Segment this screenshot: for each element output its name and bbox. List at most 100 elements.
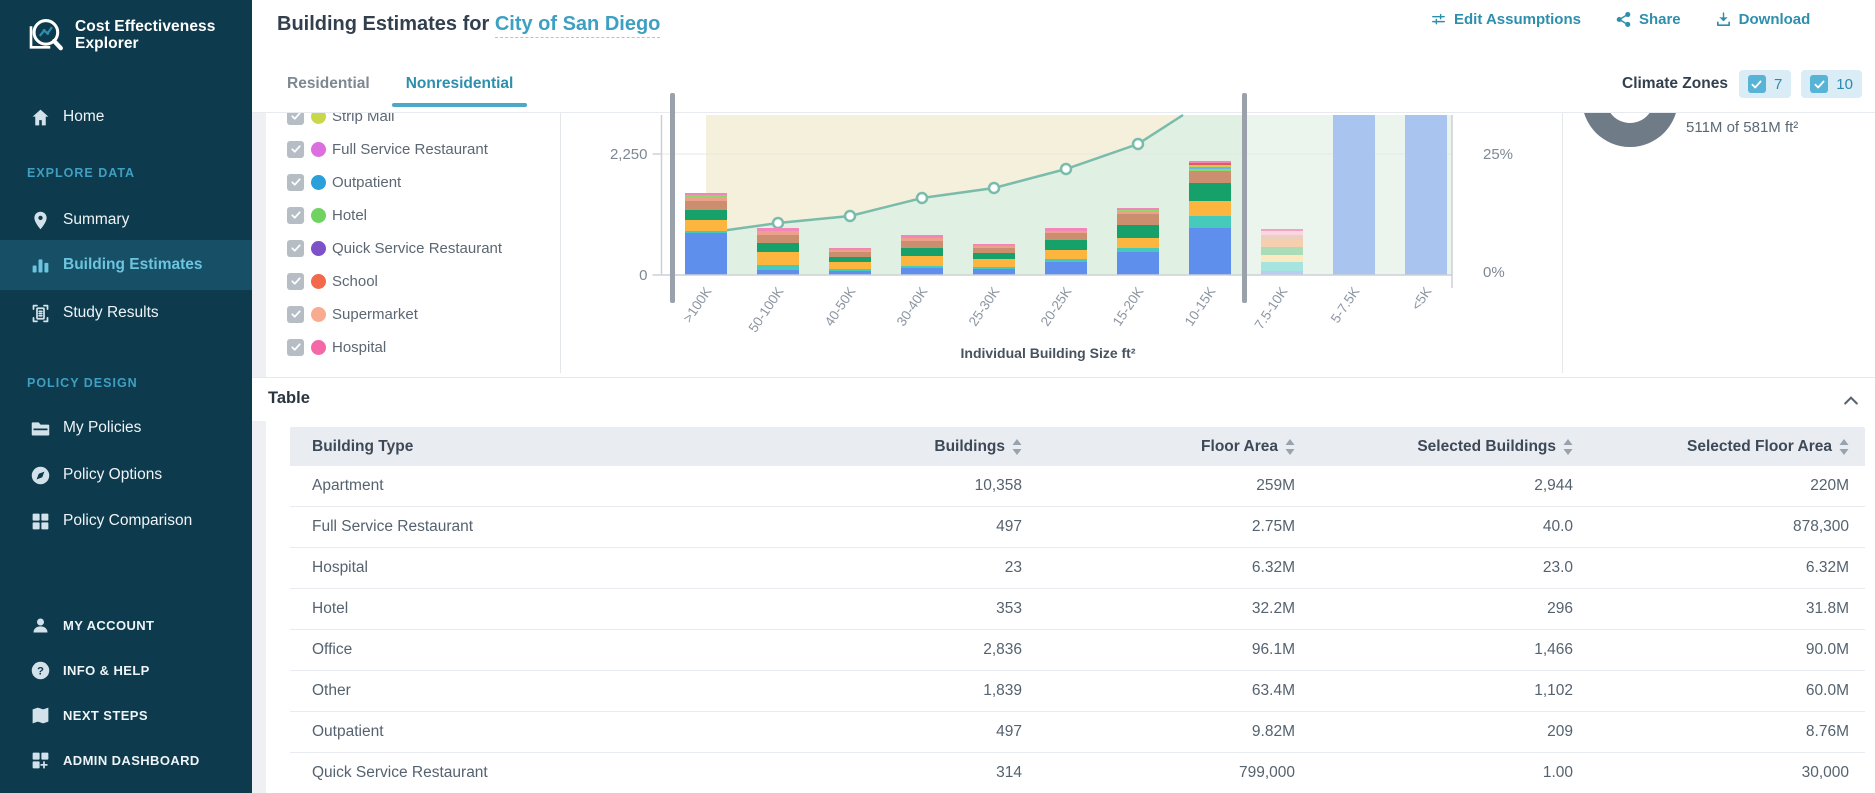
table-row-office[interactable]: Office 2,836 96.1M 1,466 90.0M bbox=[290, 630, 1865, 671]
column-header-selected-buildings[interactable]: Selected Buildings bbox=[1311, 438, 1589, 456]
checkbox-checked-icon[interactable] bbox=[287, 206, 304, 224]
x-tick-label: 15-20K bbox=[1110, 284, 1147, 328]
bar-segment bbox=[1189, 216, 1231, 228]
home-icon bbox=[28, 105, 52, 129]
legend-item-strip-mall[interactable]: Strip Mall bbox=[287, 113, 502, 130]
edit-assumptions-button[interactable]: Edit Assumptions bbox=[1430, 11, 1581, 28]
cell-value: 40.0 bbox=[1542, 518, 1573, 535]
chart-legend-panel: Strip Mall Full Service Restaurant Outpati… bbox=[266, 113, 561, 373]
climate-zones-filter: Climate Zones 7 10 bbox=[1622, 70, 1862, 98]
sidebar-item-my-policies[interactable]: My Policies bbox=[0, 411, 252, 445]
bar-segment bbox=[1189, 183, 1231, 201]
climate-zone-value: 7 bbox=[1773, 75, 1783, 93]
sliders-icon bbox=[1430, 11, 1447, 28]
tab-residential[interactable]: Residential bbox=[287, 75, 370, 107]
checkbox-checked-icon[interactable] bbox=[287, 239, 304, 257]
sidebar-item-label: Summary bbox=[63, 211, 130, 228]
climate-zone-chip-7[interactable]: 7 bbox=[1738, 70, 1792, 98]
legend-item-full-service-restaurant[interactable]: Full Service Restaurant bbox=[287, 135, 502, 163]
sidebar-item-summary[interactable]: Summary bbox=[0, 203, 252, 237]
legend-item-quick-service-restaurant[interactable]: Quick Service Restaurant bbox=[287, 234, 502, 262]
table-row-hospital[interactable]: Hospital 23 6.32M 23.0 6.32M bbox=[290, 548, 1865, 589]
floor-area-donut-gauge bbox=[1582, 113, 1678, 147]
bar-segment bbox=[973, 269, 1015, 275]
sort-icon[interactable] bbox=[1563, 438, 1573, 455]
checkbox-checked-icon[interactable] bbox=[287, 173, 304, 191]
column-header-floor-area[interactable]: Floor Area bbox=[1038, 438, 1311, 456]
series-color-dot bbox=[311, 273, 326, 289]
cell-value: 63.4M bbox=[1251, 682, 1295, 699]
sort-icon[interactable] bbox=[1012, 438, 1022, 455]
table-row-quick-service-restaurant[interactable]: Quick Service Restaurant 314 799,000 1.00 30… bbox=[290, 753, 1865, 793]
sidebar-item-policy-comparison[interactable]: Policy Comparison bbox=[0, 504, 252, 538]
sort-icon[interactable] bbox=[1839, 438, 1849, 455]
page-title: Building Estimates for City of San Diego bbox=[277, 13, 661, 38]
user-icon bbox=[28, 613, 52, 637]
bar-segment bbox=[829, 252, 871, 257]
logo-text-line2: Explorer bbox=[75, 35, 139, 52]
bar-segment bbox=[1189, 165, 1231, 167]
cell-value: 314 bbox=[996, 764, 1022, 781]
sidebar-item-next-steps[interactable]: NEXT STEPS bbox=[0, 698, 252, 732]
x-tick-label: 40-50K bbox=[822, 284, 859, 328]
bar-segment bbox=[757, 228, 799, 231]
size-range-slider-right-handle[interactable] bbox=[1242, 93, 1247, 303]
line-marker bbox=[1131, 137, 1145, 151]
column-header-selected-floor-area[interactable]: Selected Floor Area bbox=[1589, 438, 1865, 456]
table-row-hotel[interactable]: Hotel 353 32.2M 296 31.8M bbox=[290, 589, 1865, 630]
sidebar-item-home[interactable]: Home bbox=[0, 100, 252, 134]
bar-segment bbox=[1261, 229, 1303, 231]
legend-item-supermarket[interactable]: Supermarket bbox=[287, 300, 502, 328]
legend-item-school[interactable]: School bbox=[287, 267, 502, 295]
size-range-slider-left-handle[interactable] bbox=[670, 93, 675, 303]
sidebar-item-my-account[interactable]: MY ACCOUNT bbox=[0, 608, 252, 642]
x-tick-label: 5-7.5K bbox=[1328, 284, 1363, 325]
table-row-apartment[interactable]: Apartment 10,358 259M 2,944 220M bbox=[290, 466, 1865, 507]
legend-item-outpatient[interactable]: Outpatient bbox=[287, 168, 502, 196]
checkbox-checked-icon[interactable] bbox=[1747, 75, 1766, 93]
sidebar-item-admin-dashboard[interactable]: ADMIN DASHBOARD bbox=[0, 743, 252, 777]
sidebar-section-policy-design: POLICY DESIGN bbox=[27, 376, 138, 390]
sidebar-item-building-estimates[interactable]: Building Estimates bbox=[0, 240, 252, 290]
sidebar-item-study-results[interactable]: Study Results bbox=[0, 296, 252, 330]
sidebar-item-policy-options[interactable]: Policy Options bbox=[0, 458, 252, 492]
legend-item-label: Hospital bbox=[332, 338, 387, 356]
bar-segment bbox=[1261, 247, 1303, 255]
vertical-scrollbar-track[interactable] bbox=[252, 113, 266, 793]
bar-segment bbox=[1117, 248, 1159, 252]
header-actions: Edit Assumptions Share Download bbox=[1430, 11, 1810, 28]
tab-nonresidential[interactable]: Nonresidential bbox=[391, 75, 528, 107]
action-label: Edit Assumptions bbox=[1454, 11, 1581, 28]
checkbox-checked-icon[interactable] bbox=[287, 113, 304, 125]
app-logo[interactable]: Cost Effectiveness Explorer bbox=[24, 14, 216, 56]
checkbox-checked-icon[interactable] bbox=[1810, 75, 1829, 93]
bar-segment bbox=[1261, 255, 1303, 262]
climate-zone-chip-10[interactable]: 10 bbox=[1801, 70, 1862, 98]
x-tick-label: 7.5-10K bbox=[1252, 284, 1291, 332]
collapse-table-chevron-up-icon[interactable] bbox=[1841, 391, 1861, 411]
legend-item-hotel[interactable]: Hotel bbox=[287, 201, 502, 229]
table-row-full-service-restaurant[interactable]: Full Service Restaurant 497 2.75M 40.0 878,3… bbox=[290, 507, 1865, 548]
column-header-buildings[interactable]: Buildings bbox=[765, 438, 1038, 456]
checkbox-checked-icon[interactable] bbox=[287, 140, 304, 158]
bar-segment bbox=[1261, 235, 1303, 240]
logo-text-line1: Cost Effectiveness bbox=[75, 17, 216, 35]
bar-segment bbox=[829, 248, 871, 250]
bar-segment bbox=[757, 231, 799, 235]
bar-segment bbox=[829, 250, 871, 252]
bar-segment bbox=[973, 246, 1015, 248]
sort-icon[interactable] bbox=[1285, 438, 1295, 455]
jurisdiction-link[interactable]: City of San Diego bbox=[494, 13, 661, 38]
table-row-outpatient[interactable]: Outpatient 497 9.82M 209 8.76M bbox=[290, 712, 1865, 753]
legend-item-hospital[interactable]: Hospital bbox=[287, 333, 502, 361]
share-button[interactable]: Share bbox=[1615, 11, 1681, 28]
download-button[interactable]: Download bbox=[1715, 11, 1810, 28]
cell-value: 2.75M bbox=[1251, 518, 1295, 535]
cell-value: 259M bbox=[1256, 477, 1295, 494]
checkbox-checked-icon[interactable] bbox=[287, 305, 304, 323]
checkbox-checked-icon[interactable] bbox=[287, 272, 304, 290]
checkbox-checked-icon[interactable] bbox=[287, 338, 304, 356]
sidebar-item-info-help[interactable]: ? INFO & HELP bbox=[0, 653, 252, 687]
donut-caption: 511M of 581M ft² bbox=[1686, 119, 1799, 136]
table-row-other[interactable]: Other 1,839 63.4M 1,102 60.0M bbox=[290, 671, 1865, 712]
